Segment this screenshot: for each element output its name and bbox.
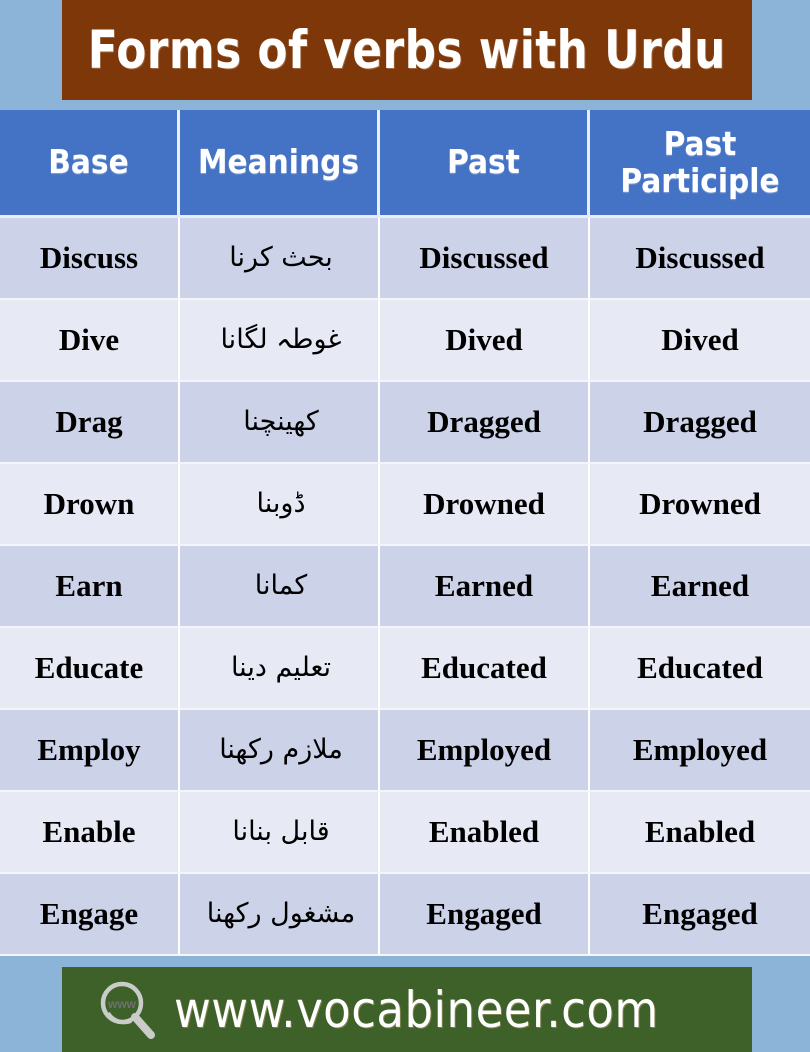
cell-base: Engage [0, 874, 180, 956]
www-icon-label: www [107, 997, 137, 1011]
cell-base: Dive [0, 300, 180, 382]
site-footer: www www.vocabineer.com [62, 967, 752, 1052]
cell-base: Educate [0, 628, 180, 710]
cell-past_participle: Engaged [590, 874, 810, 956]
cell-meanings: ملازم رکھنا [180, 710, 380, 792]
cell-meanings: ڈوبنا [180, 464, 380, 546]
footer-url-text[interactable]: www.vocabineer.com [174, 981, 659, 1039]
cell-meanings: مشغول رکھنا [180, 874, 380, 956]
table-header-row: Base Meanings Past Past Participle [0, 110, 810, 218]
cell-meanings: بحث کرنا [180, 218, 380, 300]
cell-base: Drown [0, 464, 180, 546]
cell-past_participle: Dived [590, 300, 810, 382]
table-row: Discuss بحث کرنا Discussed Discussed [0, 218, 810, 300]
cell-base: Employ [0, 710, 180, 792]
table-row: Engage مشغول رکھنا Engaged Engaged [0, 874, 810, 956]
table-row: Employ ملازم رکھنا Employed Employed [0, 710, 810, 792]
cell-past: Engaged [380, 874, 590, 956]
cell-past_participle: Employed [590, 710, 810, 792]
table-row: Drag کھینچنا Dragged Dragged [0, 382, 810, 464]
column-header-base: Base [0, 110, 180, 218]
table-row: Dive غوطہ لگانا Dived Dived [0, 300, 810, 382]
cell-past_participle: Dragged [590, 382, 810, 464]
cell-past: Educated [380, 628, 590, 710]
table-row: Educate تعلیم دینا Educated Educated [0, 628, 810, 710]
cell-past_participle: Discussed [590, 218, 810, 300]
cell-base: Drag [0, 382, 180, 464]
cell-past_participle: Earned [590, 546, 810, 628]
cell-meanings: تعلیم دینا [180, 628, 380, 710]
cell-past: Earned [380, 546, 590, 628]
cell-base: Earn [0, 546, 180, 628]
cell-meanings: غوطہ لگانا [180, 300, 380, 382]
cell-past: Enabled [380, 792, 590, 874]
cell-past_participle: Educated [590, 628, 810, 710]
column-header-meanings: Meanings [180, 110, 380, 218]
cell-past: Dragged [380, 382, 590, 464]
verb-forms-table: Base Meanings Past Past Participle Discus… [0, 110, 810, 956]
cell-past_participle: Enabled [590, 792, 810, 874]
cell-past: Employed [380, 710, 590, 792]
cell-past_participle: Drowned [590, 464, 810, 546]
column-header-past: Past [380, 110, 590, 218]
title-banner: Forms of verbs with Urdu [62, 0, 752, 100]
table-row: Earn کمانا Earned Earned [0, 546, 810, 628]
column-header-past-participle: Past Participle [590, 110, 810, 218]
www-magnifier-icon: www [100, 981, 155, 1039]
table-row: Enable قابل بنانا Enabled Enabled [0, 792, 810, 874]
cell-past: Dived [380, 300, 590, 382]
cell-meanings: کھینچنا [180, 382, 380, 464]
table-body: Discuss بحث کرنا Discussed Discussed Dive غوط… [0, 218, 810, 956]
cell-meanings: کمانا [180, 546, 380, 628]
cell-past: Discussed [380, 218, 590, 300]
page-title: Forms of verbs with Urdu [87, 19, 727, 81]
cell-base: Enable [0, 792, 180, 874]
table-row: Drown ڈوبنا Drowned Drowned [0, 464, 810, 546]
cell-base: Discuss [0, 218, 180, 300]
cell-meanings: قابل بنانا [180, 792, 380, 874]
cell-past: Drowned [380, 464, 590, 546]
